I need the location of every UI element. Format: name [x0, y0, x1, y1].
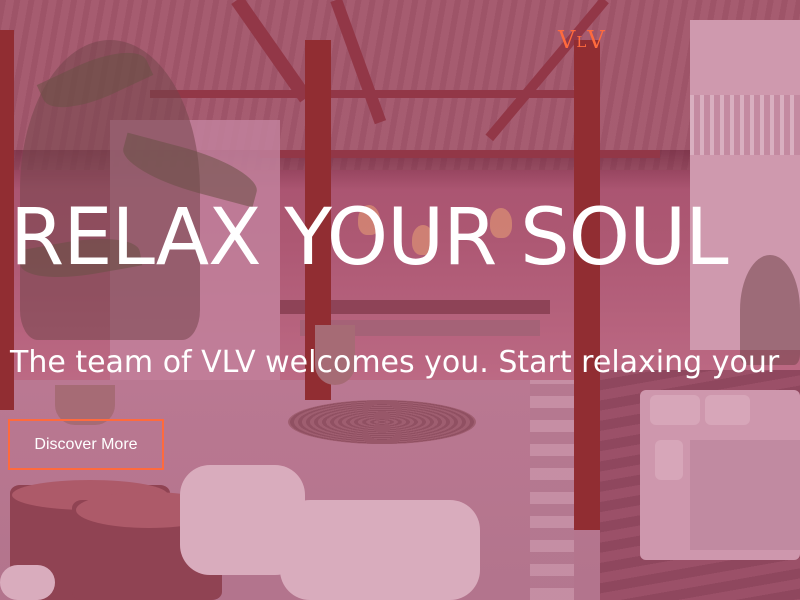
logo-letter: V	[587, 26, 606, 54]
logo-letter: V	[558, 26, 577, 54]
hero-section: VLV RELAX YOUR SOUL The team of VLV welc…	[0, 0, 800, 600]
site-logo[interactable]: VLV	[558, 26, 606, 54]
logo-letter: L	[576, 33, 588, 51]
hero-headline: RELAX YOUR SOUL	[10, 193, 729, 283]
color-overlay	[0, 0, 800, 600]
discover-more-button[interactable]: Discover More	[8, 419, 164, 470]
hero-subtitle: The team of VLV welcomes you. Start rela…	[10, 345, 780, 380]
